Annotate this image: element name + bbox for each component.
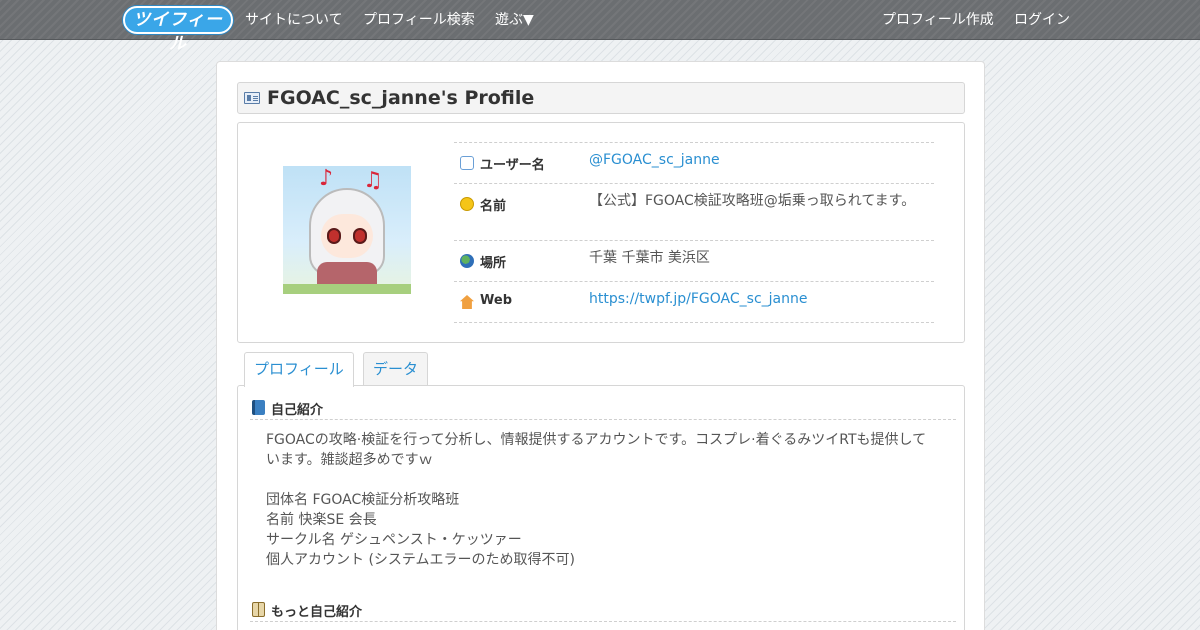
avatar[interactable]: ♪ ♫: [283, 166, 411, 294]
intro-heading-text: 自己紹介: [271, 403, 324, 418]
profile-card: ♪ ♫ ユーザー名 @FGOAC_sc_janne 名前 【公式】FGOAC検証…: [237, 122, 965, 343]
profile-tab-panel: 自己紹介 FGOACの攻略·検証を行って分析し、情報提供するアカウントです。コス…: [237, 385, 965, 630]
intro-text: FGOACの攻略·検証を行って分析し、情報提供するアカウントです。コスプレ·着ぐ…: [266, 430, 936, 570]
music-note-icon: ♫: [363, 168, 383, 193]
speech-bubble-icon: [460, 156, 474, 170]
intro-line: 団体名 FGOAC検証分析攻略班: [266, 492, 460, 508]
id-card-icon: [244, 92, 260, 104]
globe-icon: [460, 254, 474, 268]
page-title: FGOAC_sc_janne's Profile: [267, 87, 535, 109]
smile-icon: [460, 197, 474, 211]
more-intro-section-heading: もっと自己紹介: [250, 598, 956, 622]
info-row-location: 場所 千葉 千葉市 美浜区: [454, 241, 934, 282]
nav-create-profile-link[interactable]: プロフィール作成: [882, 0, 994, 40]
info-row-name: 名前 【公式】FGOAC検証攻略班@垢乗っ取られてます。: [454, 184, 934, 241]
open-book-icon: [252, 602, 265, 617]
tab-profile[interactable]: プロフィール: [244, 352, 354, 387]
intro-spacer: [266, 470, 936, 490]
music-note-icon: ♪: [319, 166, 334, 191]
site-logo[interactable]: ツイフィール: [123, 6, 233, 54]
intro-line: 名前 快楽SE 会長: [266, 512, 377, 528]
profile-title-bar: FGOAC_sc_janne's Profile: [237, 82, 965, 114]
info-row-web: Web https://twpf.jp/FGOAC_sc_janne: [454, 282, 934, 323]
profile-info-table: ユーザー名 @FGOAC_sc_janne 名前 【公式】FGOAC検証攻略班@…: [454, 142, 934, 323]
location-value: 千葉 千葉市 美浜区: [589, 250, 710, 266]
avatar-eye: [327, 228, 341, 244]
name-label: 名前: [480, 199, 507, 214]
web-label: Web: [480, 293, 512, 308]
info-row-username: ユーザー名 @FGOAC_sc_janne: [454, 143, 934, 184]
nav-profile-search-link[interactable]: プロフィール検索: [363, 0, 475, 40]
avatar-grass: [283, 284, 411, 294]
more-intro-heading-text: もっと自己紹介: [271, 605, 363, 620]
intro-section-heading: 自己紹介: [250, 396, 956, 420]
main-container: FGOAC_sc_janne's Profile ♪ ♫ ユーザー名 @FGOA…: [216, 61, 985, 630]
username-label: ユーザー名: [480, 158, 545, 173]
house-icon: [460, 295, 474, 309]
nav-login-link[interactable]: ログイン: [1014, 0, 1070, 40]
nav-play-dropdown[interactable]: 遊ぶ▼: [495, 0, 534, 40]
book-icon: [252, 400, 265, 415]
username-link[interactable]: @FGOAC_sc_janne: [589, 153, 919, 168]
intro-line: FGOACの攻略·検証を行って分析し、情報提供するアカウントです。コスプレ·着ぐ…: [266, 432, 927, 468]
avatar-eye: [353, 228, 367, 244]
name-value: 【公式】FGOAC検証攻略班@垢乗っ取られてます。: [589, 193, 916, 209]
web-link[interactable]: https://twpf.jp/FGOAC_sc_janne: [589, 292, 919, 307]
location-label: 場所: [480, 256, 507, 271]
tab-data[interactable]: データ: [363, 352, 429, 386]
nav-about-link[interactable]: サイトについて: [245, 0, 343, 40]
intro-line: サークル名 ゲシュペンスト・ケッツァー: [266, 532, 522, 548]
intro-line: 個人アカウント (システムエラーのため取得不可): [266, 552, 575, 568]
top-navbar: ツイフィール サイトについて プロフィール検索 遊ぶ▼ プロフィール作成 ログイ…: [0, 0, 1200, 54]
